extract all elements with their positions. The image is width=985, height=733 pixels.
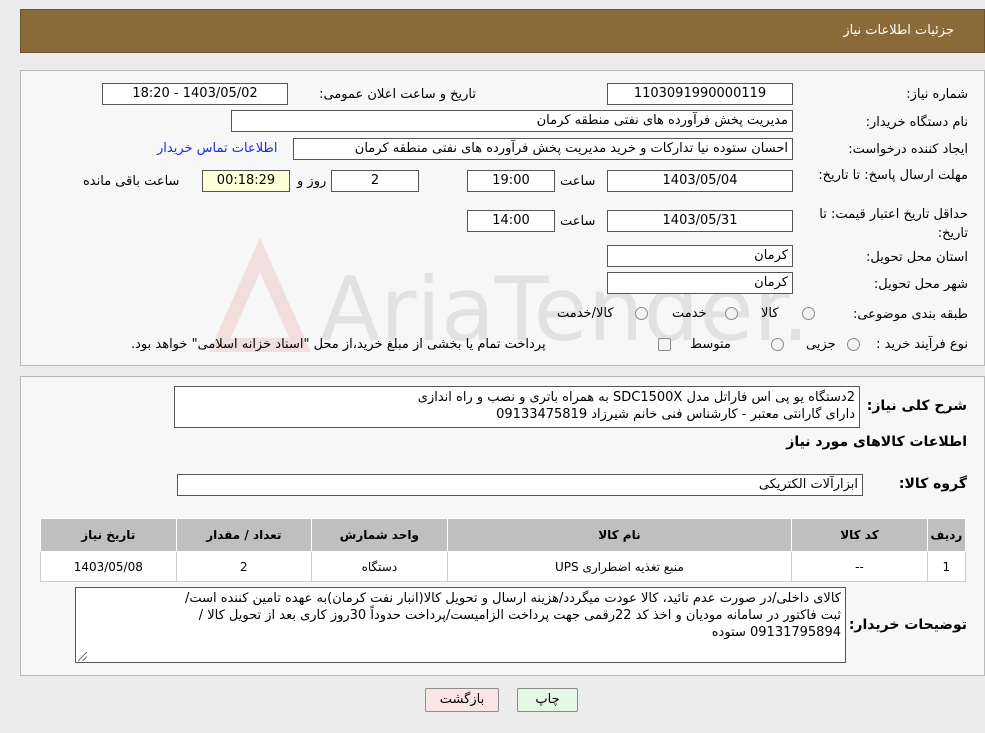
buyer-notes-label: توضیحات خریدار: — [848, 617, 967, 633]
need-number-label: شماره نیاز: — [906, 87, 968, 102]
announce-datetime-field: 1403/05/02 - 18:20 — [102, 83, 288, 105]
category-service-label: خدمت — [672, 306, 707, 321]
process-type-label: نوع فرآیند خرید : — [876, 337, 968, 352]
buyer-org-field: مدیریت پخش فرآورده های نفتی منطقه کرمان — [231, 110, 793, 132]
price-time-label: ساعت — [560, 214, 596, 229]
category-goods-service-radio[interactable] — [635, 307, 648, 320]
remaining-time-label: ساعت باقی مانده — [83, 174, 180, 189]
category-goods-label: کالا — [761, 306, 779, 321]
process-partial-label: جزیی — [806, 337, 836, 352]
category-goods-radio[interactable] — [802, 307, 815, 320]
buyer-notes-line-1: کالای داخلی/در صورت عدم تائید، کالا عودت… — [184, 591, 841, 606]
goods-table: ردیف کد کالا نام کالا واحد شمارش تعداد /… — [40, 518, 967, 582]
resize-grip-icon[interactable] — [78, 652, 87, 661]
city-field: کرمان — [607, 272, 793, 294]
buyer-notes-line-3: 09131795894 ستوده — [711, 625, 841, 640]
col-unit: واحد شمارش — [311, 518, 448, 552]
summary-textarea[interactable]: 2دستگاه یو پی اس فاراتل مدل SDC1500X به … — [174, 386, 860, 428]
table-row: 1 -- منبع تغذیه اضطراری UPS دستگاه 2 140… — [40, 551, 967, 582]
buyer-org-label: نام دستگاه خریدار: — [865, 115, 968, 130]
goods-group-label: گروه کالا: — [898, 476, 967, 492]
category-label: طبقه بندی موضوعی: — [852, 307, 968, 322]
reply-time-field: 19:00 — [467, 170, 555, 192]
cell-need-date: 1403/05/08 — [40, 551, 177, 582]
buyer-contact-link[interactable]: اطلاعات تماس خریدار — [157, 141, 277, 156]
price-time-field: 14:00 — [467, 210, 555, 232]
print-button[interactable]: چاپ — [517, 688, 578, 712]
summary-line-1: 2دستگاه یو پی اس فاراتل مدل SDC1500X به … — [417, 390, 855, 405]
col-name: نام کالا — [446, 518, 793, 552]
province-label: استان محل تحویل: — [866, 250, 968, 265]
announce-datetime-label: تاریخ و ساعت اعلان عمومی: — [319, 87, 476, 102]
goods-table-header: ردیف کد کالا نام کالا واحد شمارش تعداد /… — [40, 518, 967, 552]
page-header: جزئیات اطلاعات نیاز — [20, 9, 985, 53]
days-field: 2 — [331, 170, 419, 192]
treasury-payment-checkbox[interactable] — [658, 338, 671, 351]
cell-qty: 2 — [175, 551, 313, 582]
summary-label: شرح کلی نیاز: — [866, 398, 967, 414]
cell-name: منبع تغذیه اضطراری UPS — [446, 551, 793, 582]
col-qty: تعداد / مقدار — [175, 518, 313, 552]
process-partial-radio[interactable] — [847, 338, 860, 351]
col-need-date: تاریخ نیاز — [40, 518, 177, 552]
price-date-field: 1403/05/31 — [607, 210, 793, 232]
col-code: کد کالا — [791, 518, 928, 552]
price-validity-label: حداقل تاریخ اعتبار قیمت: تا تاریخ: — [819, 207, 968, 241]
back-button[interactable]: بازگشت — [425, 688, 499, 712]
buyer-notes-line-2: ثبت فاکتور در سامانه مودیان و اخذ کد 22ر… — [198, 608, 841, 623]
reply-date-field: 1403/05/04 — [607, 170, 793, 192]
cell-unit: دستگاه — [311, 551, 448, 582]
creator-field: احسان ستوده نیا تدارکات و خرید مدیریت پخ… — [293, 138, 793, 160]
col-row: ردیف — [926, 518, 967, 552]
category-service-radio[interactable] — [725, 307, 738, 320]
cell-code: -- — [791, 551, 928, 582]
category-goods-service-label: کالا/خدمت — [557, 306, 614, 321]
remaining-time-field: 00:18:29 — [202, 170, 290, 192]
reply-time-label: ساعت — [560, 174, 596, 189]
process-medium-label: متوسط — [690, 337, 731, 352]
cell-row: 1 — [926, 551, 967, 582]
process-medium-radio[interactable] — [771, 338, 784, 351]
days-label: روز و — [297, 174, 327, 189]
treasury-payment-note: پرداخت تمام یا بخشی از مبلغ خرید،از محل … — [131, 337, 546, 352]
reply-deadline-label: مهلت ارسال پاسخ: تا تاریخ: — [818, 168, 968, 183]
buyer-notes-textarea[interactable]: کالای داخلی/در صورت عدم تائید، کالا عودت… — [75, 587, 846, 663]
need-number-field: 1103091990000119 — [607, 83, 793, 105]
goods-group-field: ابزارآلات الکتریکی — [177, 474, 863, 496]
creator-label: ایجاد کننده درخواست: — [848, 142, 968, 157]
city-label: شهر محل تحویل: — [873, 277, 968, 292]
province-field: کرمان — [607, 245, 793, 267]
page-title: جزئیات اطلاعات نیاز — [843, 23, 954, 38]
summary-line-2: دارای گارانتی معتبر - کارشناس فنی خانم ش… — [496, 407, 855, 422]
goods-info-title: اطلاعات کالاهای مورد نیاز — [786, 434, 967, 450]
